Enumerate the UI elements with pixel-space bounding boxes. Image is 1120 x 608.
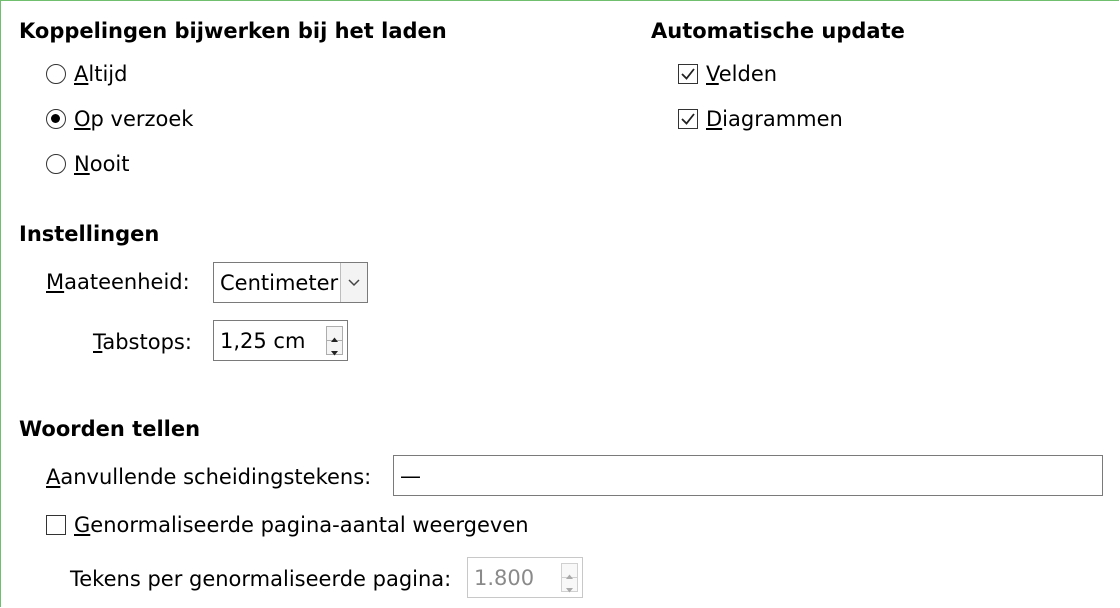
chars-per-page-value: 1.800 [474,566,535,590]
auto-update-heading: Automatische update [651,19,905,43]
spin-down-button-disabled[interactable] [562,578,577,592]
spin-down-icon [331,350,338,355]
checkbox-check-icon [678,64,698,84]
chars-per-page-label: Tekens per genormaliseerde pagina: [70,567,452,591]
checkbox-charts[interactable]: Diagrammen [678,107,868,135]
radio-icon [46,109,66,129]
chars-per-page-spinbox[interactable]: 1.800 [467,557,583,598]
spin-down-icon [566,587,573,592]
checkbox-check-icon [678,109,698,129]
radio-always[interactable]: Altijd [46,62,186,90]
checkbox-fields-label: Velden [706,62,778,86]
spin-up-button-disabled[interactable] [562,564,577,579]
unit-dropdown-value: Centimeter [220,271,339,295]
radio-icon [46,154,66,174]
settings-heading: Instellingen [19,222,160,246]
links-heading: Koppelingen bijwerken bij het laden [19,19,447,43]
tabstops-spinbox[interactable]: 1,25 cm [213,320,348,361]
unit-label: Maateenheid: [46,270,190,294]
tabstops-label: Tabstops: [93,330,192,354]
unit-dropdown[interactable]: Centimeter [213,262,368,303]
spin-up-button[interactable] [327,327,342,342]
chars-spin-buttons [561,563,578,592]
separators-input[interactable]: — [393,455,1103,496]
radio-on-request-label: Op verzoek [74,107,194,131]
checkbox-icon [46,515,66,535]
chevron-down-icon [348,279,360,287]
unit-dropdown-button[interactable] [340,263,367,302]
separators-value[interactable]: — [400,464,421,488]
checkbox-normalized[interactable]: Genormaliseerde pagina-aantal weergeven [46,513,566,541]
checkbox-fields[interactable]: Velden [678,62,818,90]
tabstops-spin-buttons [326,326,343,355]
word-count-heading: Woorden tellen [19,417,201,441]
radio-never-label: Nooit [74,152,130,176]
radio-on-request[interactable]: Op verzoek [46,107,226,135]
radio-icon [46,64,66,84]
radio-never[interactable]: Nooit [46,152,186,180]
checkbox-normalized-label: Genormaliseerde pagina-aantal weergeven [74,513,529,537]
separators-label: Aanvullende scheidingstekens: [46,465,372,489]
radio-always-label: Altijd [74,62,128,86]
checkbox-charts-label: Diagrammen [706,107,843,131]
radio-selected-dot [51,114,60,123]
spin-down-button[interactable] [327,341,342,355]
tabstops-value[interactable]: 1,25 cm [220,329,305,353]
